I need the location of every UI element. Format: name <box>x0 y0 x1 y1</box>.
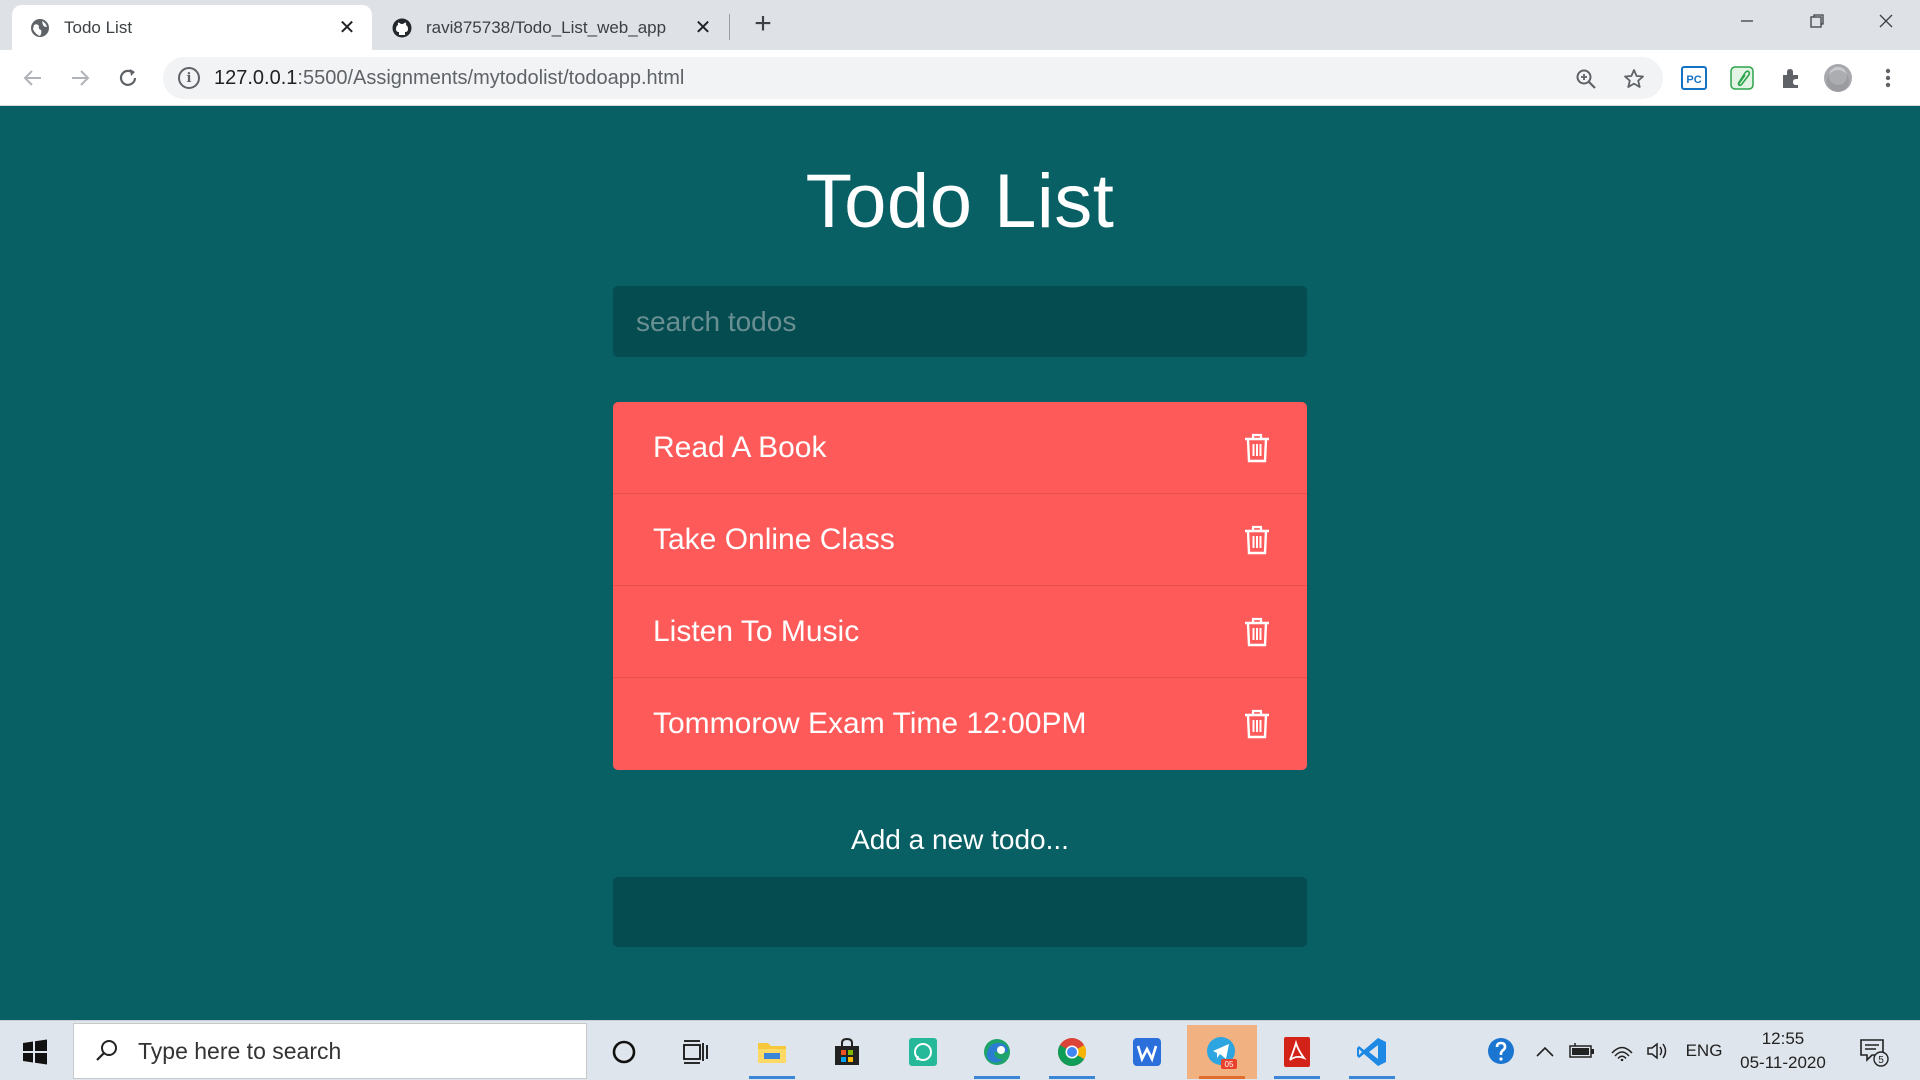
windows-logo-icon <box>23 1039 47 1065</box>
cortana-button[interactable] <box>589 1025 659 1079</box>
todo-list: Read A Book Take Online Class Listen To … <box>613 402 1307 770</box>
taskbar-file-explorer[interactable] <box>737 1025 807 1079</box>
taskbar-wps-writer[interactable] <box>1112 1025 1182 1079</box>
tab-separator <box>729 14 730 40</box>
trash-icon[interactable] <box>1243 616 1271 648</box>
svg-text:5: 5 <box>1878 1055 1884 1066</box>
taskbar-search-placeholder: Type here to search <box>138 1037 342 1064</box>
page-viewport: Todo List Read A Book Take Online Class … <box>0 106 1920 1020</box>
add-todo-label: Add a new todo... <box>851 824 1069 855</box>
pdf-icon <box>1284 1037 1310 1067</box>
clock-time: 12:55 <box>1761 1029 1805 1048</box>
back-arrow-icon <box>23 70 41 86</box>
forward-button[interactable] <box>65 63 95 93</box>
todo-text: Take Online Class <box>653 522 895 556</box>
tab-title: Todo List <box>64 17 133 37</box>
folder-icon <box>758 1043 786 1063</box>
profile-avatar[interactable] <box>1823 63 1853 93</box>
taskbar-search-box[interactable]: Type here to search <box>73 1023 587 1079</box>
taskbar-telegram[interactable]: 05 <box>1187 1025 1257 1079</box>
url-path: :5500/Assignments/mytodolist/todoapp.htm… <box>297 66 685 89</box>
store-bag-icon <box>835 1037 859 1065</box>
search-input[interactable] <box>613 286 1307 357</box>
tab-todo-list[interactable]: Todo List ✕ <box>12 5 372 50</box>
action-center-button[interactable]: 5 <box>1854 1021 1894 1080</box>
taskbar-chrome[interactable] <box>1037 1025 1107 1079</box>
vscode-icon <box>1357 1038 1386 1066</box>
extensions-puzzle-icon[interactable] <box>1776 63 1806 93</box>
url-host: 127.0.0.1 <box>214 66 298 89</box>
whatsapp-icon <box>909 1038 937 1066</box>
edge-icon <box>984 1039 1010 1065</box>
task-view-button[interactable] <box>661 1025 731 1079</box>
bookmark-star-icon[interactable] <box>1621 66 1647 92</box>
reload-button[interactable] <box>113 63 143 93</box>
pycharm-extension-icon[interactable]: PC <box>1679 63 1709 93</box>
zoom-icon[interactable] <box>1573 66 1599 92</box>
trash-icon[interactable] <box>1243 708 1271 740</box>
new-tab-button[interactable]: + <box>748 9 778 40</box>
wifi-icon[interactable] <box>1607 1021 1637 1080</box>
back-button[interactable] <box>18 63 48 93</box>
add-todo-input[interactable] <box>613 877 1307 947</box>
trash-icon[interactable] <box>1243 524 1271 556</box>
notification-icon: 5 <box>1860 1039 1889 1067</box>
windows-taskbar: Type here to search 05 ENG 12:55 05-11-2… <box>0 1020 1920 1080</box>
globe-icon <box>31 18 49 37</box>
tab-title: ravi875738/Todo_List_web_app <box>426 17 667 37</box>
browser-toolbar: i 127.0.0.1:5500/Assignments/mytodolist/… <box>0 50 1920 106</box>
svg-text:05: 05 <box>1225 1060 1234 1069</box>
trash-icon[interactable] <box>1243 432 1271 464</box>
close-window-icon[interactable] <box>1866 6 1906 36</box>
browser-menu-icon[interactable] <box>1873 63 1903 93</box>
todo-item: Listen To Music <box>613 586 1307 678</box>
reload-icon <box>119 69 137 86</box>
search-icon <box>96 1040 117 1061</box>
system-clock[interactable]: 12:55 05-11-2020 <box>1735 1027 1831 1075</box>
battery-icon[interactable] <box>1567 1021 1597 1080</box>
tab-strip: Todo List ✕ ravi875738/Todo_List_web_app… <box>0 0 1920 50</box>
forward-arrow-icon <box>72 70 90 86</box>
start-button[interactable] <box>14 1035 56 1069</box>
todo-text: Read A Book <box>653 430 827 464</box>
language-indicator[interactable]: ENG <box>1684 1021 1724 1080</box>
minimize-icon[interactable] <box>1727 6 1767 36</box>
tab-github-repo[interactable]: ravi875738/Todo_List_web_app ✕ <box>374 5 728 50</box>
clock-date: 05-11-2020 <box>1740 1053 1826 1072</box>
todo-text: Tommorow Exam Time 12:00PM <box>653 707 1087 740</box>
help-icon[interactable] <box>1484 1021 1518 1080</box>
todo-item: Tommorow Exam Time 12:00PM <box>613 678 1307 770</box>
taskbar-edge[interactable] <box>962 1025 1032 1079</box>
chrome-icon <box>1058 1038 1086 1066</box>
taskbar-store[interactable] <box>812 1025 882 1079</box>
taskbar-acrobat[interactable] <box>1262 1025 1332 1079</box>
github-icon <box>392 18 412 37</box>
close-tab-icon[interactable]: ✕ <box>336 17 358 39</box>
restore-icon[interactable] <box>1797 6 1837 36</box>
todo-item: Take Online Class <box>613 494 1307 586</box>
wps-writer-icon <box>1133 1038 1161 1066</box>
page-title: Todo List <box>805 159 1115 244</box>
svg-text:PC: PC <box>1686 74 1701 86</box>
cortana-circle-icon <box>612 1040 636 1064</box>
task-view-icon <box>683 1040 708 1064</box>
volume-icon[interactable] <box>1643 1021 1673 1080</box>
telegram-icon: 05 <box>1207 1037 1237 1069</box>
close-tab-icon[interactable]: ✕ <box>692 17 714 39</box>
chevron-up-icon[interactable] <box>1532 1021 1558 1080</box>
taskbar-vscode[interactable] <box>1337 1025 1407 1079</box>
todo-text: Listen To Music <box>653 614 860 648</box>
todo-item: Read A Book <box>613 402 1307 494</box>
clip-extension-icon[interactable] <box>1727 63 1757 93</box>
taskbar-whatsapp[interactable] <box>888 1025 958 1079</box>
site-info-icon[interactable]: i <box>178 67 200 89</box>
address-bar[interactable]: i 127.0.0.1:5500/Assignments/mytodolist/… <box>163 57 1663 99</box>
